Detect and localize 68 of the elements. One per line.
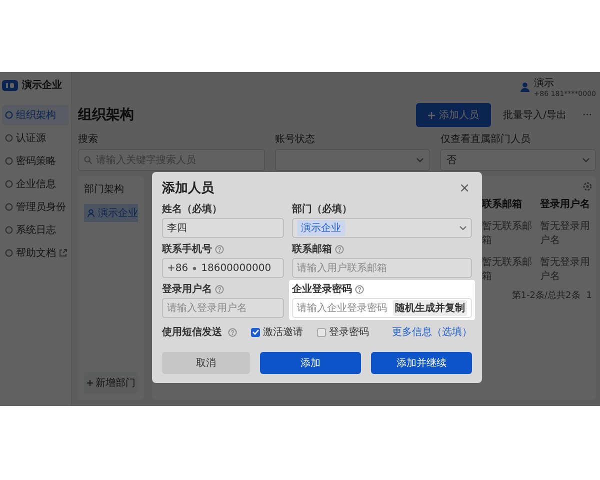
- close-button[interactable]: ×: [457, 180, 472, 196]
- more-button[interactable]: ···: [578, 106, 596, 124]
- input-field[interactable]: 请输入企业登录密码 随机生成并复制: [292, 298, 472, 318]
- settings-icon[interactable]: [583, 182, 592, 191]
- brand-name: 演示企业: [22, 78, 62, 92]
- user-name: 演示: [534, 76, 555, 90]
- checkbox[interactable]: [317, 328, 326, 336]
- add-member-button[interactable]: 添加人员: [416, 103, 492, 127]
- input-field[interactable]: +86 18600000000: [162, 258, 284, 278]
- field-label: 账号状态: [274, 132, 316, 146]
- item-icon: [5, 203, 13, 211]
- org-icon: [87, 209, 95, 217]
- sidebar-item[interactable]: 帮助文档: [2, 243, 69, 263]
- field-label: 部门（必填）: [292, 202, 352, 216]
- add-department-button[interactable]: 新增部门: [84, 372, 138, 394]
- field-label: 企业登录密码: [292, 282, 352, 296]
- item-icon: [5, 180, 13, 188]
- generate-password-button[interactable]: 随机生成并复制: [393, 300, 467, 316]
- column-header: 登录用户名: [540, 197, 591, 211]
- checkbox-label: 激活邀请: [263, 326, 303, 339]
- external-link-icon: [59, 249, 67, 257]
- select-field[interactable]: 演示企业: [292, 218, 472, 238]
- plus-icon: [428, 112, 436, 118]
- sidebar-item[interactable]: 认证源: [2, 128, 69, 148]
- item-icon: [5, 157, 13, 165]
- pagination-summary: 第1-2条/总共2条: [512, 290, 580, 302]
- add-button[interactable]: 添加并继续: [370, 352, 472, 374]
- search-icon: [84, 156, 92, 164]
- item-icon: [5, 111, 13, 119]
- sidebar-item[interactable]: 组织架构: [2, 105, 69, 125]
- panel-title: 部门架构: [84, 182, 125, 196]
- checkbox[interactable]: [251, 328, 260, 336]
- sidebar-item[interactable]: 管理员身份: [2, 197, 69, 217]
- dialog-title: 添加人员: [162, 180, 214, 197]
- input-field[interactable]: 李四: [162, 218, 284, 238]
- page-number[interactable]: 1: [586, 290, 592, 300]
- import-export-button[interactable]: 批量导入/导出: [499, 104, 570, 126]
- field-label: 登录用户名: [162, 282, 212, 296]
- table-cell-text: 暂无登录用户名: [540, 220, 591, 247]
- item-icon: [5, 249, 13, 257]
- sidebar-item[interactable]: 密码策略: [2, 151, 69, 171]
- cancel-button[interactable]: 取消: [162, 352, 250, 374]
- item-icon: [5, 134, 13, 142]
- table-cell-text: 暂无联系邮箱: [482, 220, 533, 247]
- sidebar-item[interactable]: 系统日志: [2, 220, 69, 240]
- plus-icon: [86, 380, 92, 386]
- table-cell-text: 暂无登录用户名: [540, 256, 591, 283]
- checkbox-label: 登录密码: [329, 326, 369, 339]
- department-item[interactable]: 演示企业: [84, 204, 138, 222]
- input-field[interactable]: 请输入登录用户名: [162, 298, 284, 318]
- option-label: 使用短信发送: [162, 326, 222, 339]
- add-button[interactable]: 添加: [260, 352, 361, 374]
- page-title: 组织架构: [78, 106, 134, 124]
- select-field[interactable]: [274, 149, 430, 171]
- column-header: 联系邮箱: [482, 198, 523, 211]
- table-cell-text: 暂无联系邮箱: [482, 256, 533, 283]
- field-label: 仅查看直属部门人员: [440, 132, 532, 146]
- field-label: 联系手机号: [162, 242, 212, 256]
- field-label: 姓名（必填）: [162, 202, 222, 216]
- field-label: 搜索: [78, 132, 99, 146]
- select-field[interactable]: 否: [440, 149, 596, 171]
- input-field[interactable]: 请输入用户联系邮箱: [292, 258, 472, 278]
- field-label: 联系邮箱: [292, 242, 332, 256]
- sidebar-item[interactable]: 企业信息: [2, 174, 69, 194]
- more-info-link[interactable]: 更多信息（选填）: [392, 325, 472, 339]
- avatar-icon: [520, 82, 530, 92]
- item-icon: [5, 226, 13, 234]
- check-icon: [252, 329, 259, 335]
